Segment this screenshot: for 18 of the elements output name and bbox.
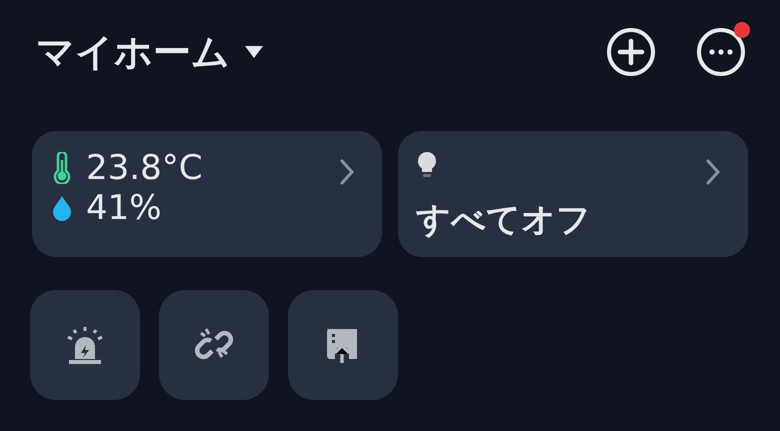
quick-action-button[interactable]: [288, 290, 398, 400]
chevron-icon[interactable]: [340, 159, 354, 185]
quick-action-button[interactable]: [30, 290, 140, 400]
quick-action-button[interactable]: [159, 290, 269, 400]
lights-status: すべてオフ: [416, 203, 591, 237]
lightbulb-icon: [416, 151, 438, 179]
more-icon[interactable]: [696, 27, 746, 77]
lights-card[interactable]: すべてオフ: [398, 131, 748, 257]
siren-icon: [65, 325, 105, 365]
humidity-reading: 41%: [86, 191, 162, 225]
climate-card[interactable]: 23.8°C 41%: [32, 131, 382, 257]
add-icon[interactable]: [606, 27, 656, 77]
temperature-reading: 23.8°C: [86, 151, 202, 185]
dropdown-icon[interactable]: [244, 45, 264, 59]
home-title[interactable]: マイホーム: [36, 33, 230, 71]
water-drop-icon: [52, 195, 72, 221]
thermometer-icon: [52, 152, 72, 184]
chevron-icon[interactable]: [706, 159, 720, 185]
